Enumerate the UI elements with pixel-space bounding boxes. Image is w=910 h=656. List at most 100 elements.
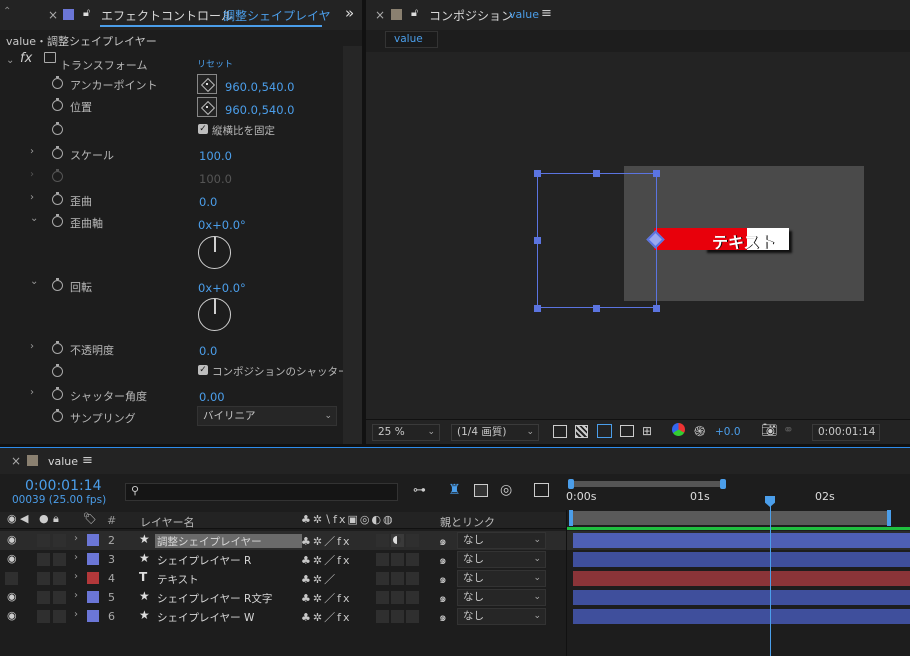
opacity-value[interactable]: 0.0 [199,344,217,358]
eye-icon[interactable]: ◉ [7,533,17,546]
exposure-value[interactable]: +0.0 [715,426,741,438]
layer-switch-icons[interactable]: ♣✲／fx [301,533,351,549]
region-of-interest-icon[interactable] [620,425,634,437]
layer-name[interactable]: シェイプレイヤー W [157,610,254,625]
layer-duration-bar[interactable] [573,552,910,567]
menu-icon[interactable]: ≡ [541,6,552,21]
eye-icon[interactable]: ◉ [7,590,17,603]
layer-switch-icons[interactable]: ♣✲／fx [301,609,351,625]
expand-layer-icon[interactable]: › [74,609,78,620]
expand-shutter-angle-icon[interactable]: › [30,387,34,398]
panel-title[interactable]: エフェクトコントロール [101,7,233,24]
switch-box[interactable] [391,610,404,623]
color-channels-icon[interactable] [672,423,685,436]
frame-blending-icon[interactable] [474,484,488,497]
layer-duration-bar[interactable] [573,609,910,624]
layer-name[interactable]: シェイプレイヤー R [157,553,251,568]
stopwatch-icon[interactable] [52,341,63,354]
label-color-chip[interactable] [87,610,99,622]
color-management-icon[interactable]: ֍ [694,422,705,441]
collapse-skew-axis-icon[interactable]: ⌄ [30,213,38,224]
composition-mini-flowchart-icon[interactable]: ⊶ [413,483,426,498]
solo-toggle[interactable] [53,534,66,547]
transparency-grid-icon[interactable] [575,425,588,438]
fx-label[interactable]: fx [20,51,32,66]
switch-box[interactable] [391,572,404,585]
effects-scrollbar[interactable] [343,46,362,444]
work-area-navigator[interactable] [571,481,723,487]
switch-box[interactable] [391,591,404,604]
eye-toggle-off[interactable] [5,572,18,585]
layer-search-input[interactable]: ⚲ [125,483,398,501]
expand-skew-icon[interactable]: › [30,192,34,203]
parent-dropdown[interactable]: なし ⌄ [457,532,546,549]
stopwatch-icon[interactable] [52,192,63,205]
mask-visibility-icon[interactable] [597,424,612,438]
menu-icon[interactable]: ≡ [82,453,93,468]
switch-box[interactable] [406,591,419,604]
layer-switch-icons[interactable]: ♣✲／fx [301,590,351,606]
handle-bm[interactable] [593,305,600,312]
rotation-dial[interactable] [198,298,231,331]
parent-dropdown[interactable]: なし ⌄ [457,589,546,606]
switch-box[interactable] [406,610,419,623]
solo-toggle[interactable] [53,572,66,585]
switch-box[interactable] [406,534,419,547]
close-icon[interactable]: × [11,454,21,468]
lock-icon[interactable]: 🔓︎ [411,6,418,20]
switch-box[interactable] [376,572,389,585]
layer-row[interactable]: ◉ › 3 ★ シェイプレイヤー R ♣✲／fx ๑ なし ⌄ [0,550,910,569]
lock-icon[interactable]: 🔒︎ [53,512,59,526]
stopwatch-icon[interactable] [52,387,63,400]
solo-icon[interactable]: ● [39,512,49,525]
handle-tm[interactable] [593,170,600,177]
timecode-field[interactable]: 0:00:01:14 [812,424,880,441]
switch-box[interactable] [406,572,419,585]
label-color-chip[interactable] [87,553,99,565]
pick-whip-icon[interactable]: ๑ [439,532,447,551]
switch-box[interactable] [376,610,389,623]
resolution-dropdown[interactable]: (1/4 画質) ⌄ [451,424,539,441]
expand-scale-icon[interactable]: › [30,146,34,157]
switch-box[interactable] [406,553,419,566]
panel-title-target[interactable]: 調整シェイプレイヤ [223,7,331,24]
layer-name[interactable]: テキスト [157,572,199,587]
layer-duration-bar[interactable] [573,571,910,586]
layer-duration-bar[interactable] [573,590,910,605]
motion-blur-icon[interactable]: ◎ [500,482,512,498]
layer-switch-icons[interactable]: ♣✲／fx [301,552,351,568]
panel-grip[interactable]: ⌃ [3,6,11,17]
switch-box[interactable] [376,534,389,547]
collapse-rotation-icon[interactable]: ⌄ [30,276,38,287]
layer-row[interactable]: ◉ › 5 ★ シェイプレイヤー R文字 ♣✲／fx ๑ なし ⌄ [0,588,910,607]
stopwatch-icon[interactable] [52,98,63,111]
switch-box[interactable] [391,534,404,547]
scale-value[interactable]: 100.0 [199,149,232,163]
work-area-start[interactable] [569,510,573,526]
label-tag-icon[interactable]: 🏷︎ [83,512,97,525]
comp-title-name[interactable]: value [509,8,539,21]
switch-box[interactable] [376,553,389,566]
handle-tl[interactable] [534,170,541,177]
stopwatch-icon[interactable] [52,278,63,291]
layer-name[interactable]: シェイプレイヤー R文字 [157,591,272,606]
camera-icon[interactable]: 📷︎ [761,423,778,438]
pick-whip-icon[interactable]: ๑ [439,570,447,589]
comp-shutter-checkbox[interactable]: ✓ [198,365,208,375]
stopwatch-icon[interactable] [52,364,63,377]
timeline-name[interactable]: value [48,455,78,468]
layer-row[interactable]: ◉ › 6 ★ シェイプレイヤー W ♣✲／fx ๑ なし ⌄ [0,607,910,626]
layer-switch-icons[interactable]: ♣✲／ [301,571,337,587]
work-area-end[interactable] [887,510,891,526]
position-target-icon[interactable] [197,97,217,117]
audio-toggle[interactable] [37,534,50,547]
expand-icon[interactable]: » [345,4,354,22]
lock-icon[interactable]: 🔓︎ [83,6,90,20]
shutter-angle-value[interactable]: 0.00 [199,390,225,404]
solo-toggle[interactable] [53,591,66,604]
close-icon[interactable]: × [48,8,58,22]
layer-duration-bar[interactable] [573,533,910,548]
audio-icon[interactable]: ◀︎ [20,512,28,525]
expand-layer-icon[interactable]: › [74,571,78,582]
layer-row[interactable]: ◉ › 2 ★ 調整シェイプレイヤー ♣✲／fx ๑ なし ⌄ [0,531,910,550]
